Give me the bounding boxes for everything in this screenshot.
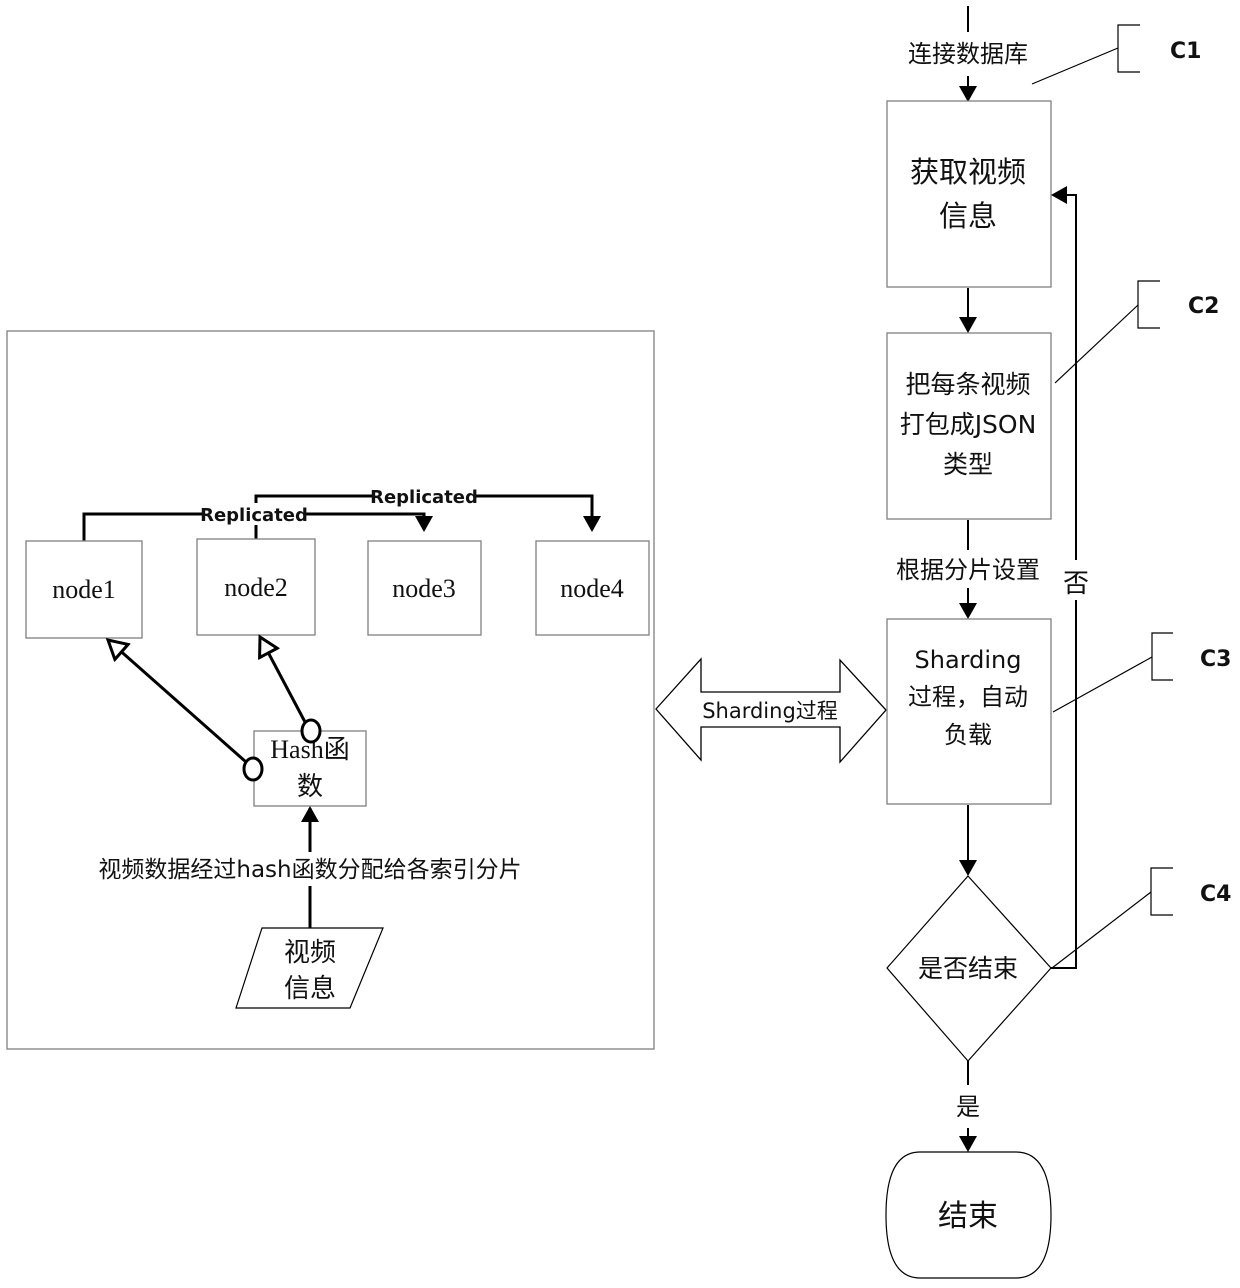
node-box-3[interactable]: node3 [367,540,482,636]
step2-line1: 把每条视频 [905,370,1030,399]
callout-label-c1: C1 [1170,39,1201,64]
node-box-1[interactable]: node1 [25,540,143,639]
node-label: node1 [52,575,116,604]
input-label-line1: 视频 [284,938,336,967]
step3-line3: 负载 [944,721,992,749]
step2-line2: 打包成JSON [900,410,1037,439]
replicated-label-2: Replicated [370,487,478,508]
callout-c3: C3 [1052,632,1231,713]
no-label: 否 [1063,569,1089,599]
end-label: 结束 [938,1199,998,1234]
hash-label-line2: 数 [297,772,323,801]
step1-line2: 信息 [939,199,997,233]
hash-port-circle-2 [300,718,322,744]
callout-c1: C1 [1031,24,1201,85]
connect-db-label: 连接数据库 [908,40,1028,68]
step3-line2: 过程，自动 [908,683,1028,711]
decision-label: 是否结束 [918,954,1018,983]
callout-c4: C4 [1051,867,1231,969]
hash-port-circle-1 [242,756,264,782]
node-label: node2 [224,573,288,602]
step2-line3: 类型 [943,450,993,479]
node-box-2[interactable]: node2 [196,538,316,636]
step3-line1: Sharding [915,646,1022,674]
step-pack-json[interactable]: 把每条视频 打包成JSON 类型 [886,332,1052,520]
step-get-video-info[interactable]: 获取视频 信息 [886,100,1052,288]
end-terminator[interactable]: 结束 [885,1151,1052,1279]
node-label: node4 [560,574,624,603]
shard-setting-label: 根据分片设置 [896,556,1040,584]
step-sharding-process[interactable]: Sharding 过程，自动 负载 [886,618,1052,805]
callout-label-c3: C3 [1200,647,1231,672]
yes-label: 是 [956,1093,980,1121]
replicated-label-1: Replicated [200,505,308,526]
decision-is-finished[interactable]: 是否结束 [886,875,1052,1062]
step1-line1: 获取视频 [910,155,1026,189]
sharding-process-label: Sharding过程 [702,699,838,723]
diagram-canvas: Replicated Replicated node1 node2 node3 … [6,6,1231,1279]
node-box-4[interactable]: node4 [535,540,650,636]
node-label: node3 [392,574,456,603]
callout-label-c4: C4 [1200,882,1231,907]
input-label-line2: 信息 [284,974,336,1003]
distribution-label: 视频数据经过hash函数分配给各索引分片 [98,857,521,883]
callout-c2: C2 [1054,280,1219,384]
callout-label-c2: C2 [1188,294,1219,319]
sharding-double-arrow: Sharding过程 [655,657,887,764]
